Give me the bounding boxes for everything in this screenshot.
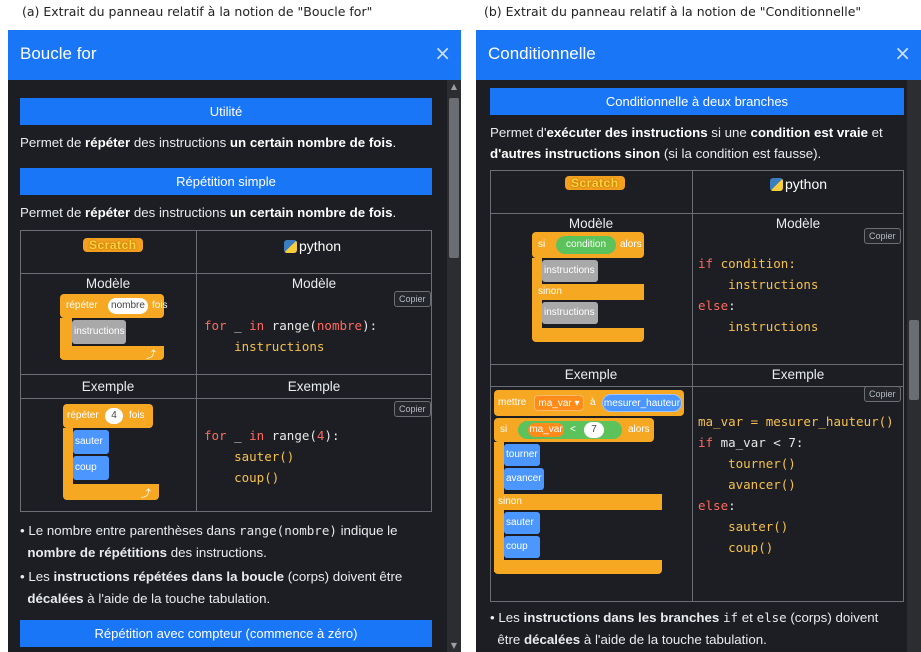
repeat-block-arm	[63, 428, 73, 488]
repeat-block-end: ⤴	[63, 484, 159, 500]
scrollbar-thumb[interactable]	[909, 320, 919, 400]
python-logo: python	[770, 176, 827, 192]
repeat-count: nombre	[108, 298, 148, 314]
repeat-block: répéter 4 fois	[63, 404, 153, 428]
scrollbar-thumb[interactable]	[449, 98, 459, 258]
code-modele: if condition: instructions else: instruc…	[698, 256, 819, 334]
python-logo: python	[284, 238, 341, 254]
code-exemple: for _ in range(4): sauter() coup()	[204, 428, 340, 485]
compare-value: 7	[584, 422, 604, 438]
section-repetition-compteur: Répétition avec compteur (commence à zér…	[20, 620, 432, 647]
set-variable-block: mettre ma_var ▾ à mesurer_hauteur	[494, 390, 684, 416]
panel-header: Conditionnelle ×	[476, 30, 921, 80]
panel-header: Boucle for ×	[8, 30, 461, 80]
copy-button[interactable]: Copier	[864, 386, 901, 402]
conditionnelle-text: Permet d'exécuter des instructions si un…	[490, 125, 883, 161]
table-divider	[20, 273, 432, 274]
table-divider	[20, 398, 432, 399]
utilite-text: Permet de répéter des instructions un ce…	[20, 135, 397, 150]
sensor-reporter: mesurer_hauteur	[602, 394, 682, 412]
panel-title: Boucle for	[20, 44, 97, 63]
modele-heading: Modèle	[85, 276, 131, 291]
section-utilite: Utilité	[20, 98, 432, 125]
avancer-block: avancer	[504, 468, 544, 490]
bullet-indentation: • Les instructions dans les branches if …	[490, 610, 879, 647]
scratch-logo: Scratch	[565, 176, 625, 190]
repeat-block-end: ⤴	[60, 346, 164, 361]
panel-boucle-for: Boucle for × Utilité Permet de répéter d…	[8, 30, 461, 652]
exemple-heading: Exemple	[771, 367, 825, 382]
exemple-heading: Exemple	[81, 379, 135, 394]
sauter-block: sauter	[73, 430, 109, 454]
scrollbar[interactable]: ▲ ▼	[447, 80, 461, 652]
instructions-block: instructions	[72, 320, 126, 344]
copy-button[interactable]: Copier	[394, 291, 431, 307]
comparison-slot: ma_var < 7	[518, 421, 622, 439]
if-block-end	[532, 328, 644, 342]
table-divider	[490, 364, 904, 365]
code-exemple: ma_var = mesurer_hauteur() if ma_var < 7…	[698, 414, 894, 555]
if-block-end	[494, 560, 662, 574]
sauter-block: sauter	[504, 512, 540, 534]
variable-dropdown[interactable]: ma_var ▾	[534, 395, 584, 411]
table-divider	[490, 213, 904, 214]
caption-left: (a) Extrait du panneau relatif à la noti…	[22, 4, 373, 19]
exemple-heading: Exemple	[564, 367, 618, 382]
bullet-range: • Le nombre entre parenthèses dans range…	[20, 523, 398, 560]
panel-title: Conditionnelle	[488, 44, 596, 63]
condition-slot: condition	[556, 236, 616, 254]
variable-reporter: ma_var	[528, 423, 564, 437]
coup-block: coup	[504, 536, 540, 558]
panel-body: Conditionnelle à deux branches Permet d'…	[476, 80, 921, 652]
scrollbar[interactable]	[907, 80, 921, 652]
repeat-count: 4	[105, 408, 123, 424]
else-block: sinon	[532, 284, 644, 300]
scratch-logo: Scratch	[83, 238, 143, 252]
copy-button[interactable]: Copier	[864, 228, 901, 244]
table-divider	[490, 386, 904, 387]
bullet-indentation: • Les instructions répétées dans la bouc…	[20, 569, 403, 606]
close-icon[interactable]: ×	[894, 41, 911, 65]
modele-heading: Modèle	[291, 276, 337, 291]
coup-block: coup	[73, 456, 109, 480]
if-block: si ma_var < 7 alors	[494, 418, 654, 442]
section-repetition-simple: Répétition simple	[20, 168, 432, 195]
table-divider	[20, 374, 432, 375]
tourner-block: tourner	[504, 444, 540, 466]
else-block: sinon	[494, 494, 662, 510]
if-block: si condition alors	[532, 232, 644, 258]
instructions-block: instructions	[542, 302, 598, 324]
scroll-up-icon[interactable]: ▲	[447, 82, 461, 91]
scroll-down-icon[interactable]: ▼	[447, 641, 461, 650]
section-conditionnelle: Conditionnelle à deux branches	[490, 88, 904, 115]
close-icon[interactable]: ×	[434, 41, 451, 65]
repeat-block: répéter nombre fois	[60, 294, 168, 318]
exemple-heading: Exemple	[287, 379, 341, 394]
caption-right: (b) Extrait du panneau relatif à la noti…	[484, 4, 862, 19]
instructions-block: instructions	[542, 260, 598, 282]
panel-conditionnelle: Conditionnelle × Conditionnelle à deux b…	[476, 30, 921, 652]
repetition-text: Permet de répéter des instructions un ce…	[20, 205, 397, 220]
code-modele: for _ in range(nombre): instructions	[204, 318, 378, 354]
panel-body: Utilité Permet de répéter des instructio…	[8, 80, 461, 652]
copy-button[interactable]: Copier	[394, 401, 431, 417]
modele-heading: Modèle	[568, 216, 614, 231]
